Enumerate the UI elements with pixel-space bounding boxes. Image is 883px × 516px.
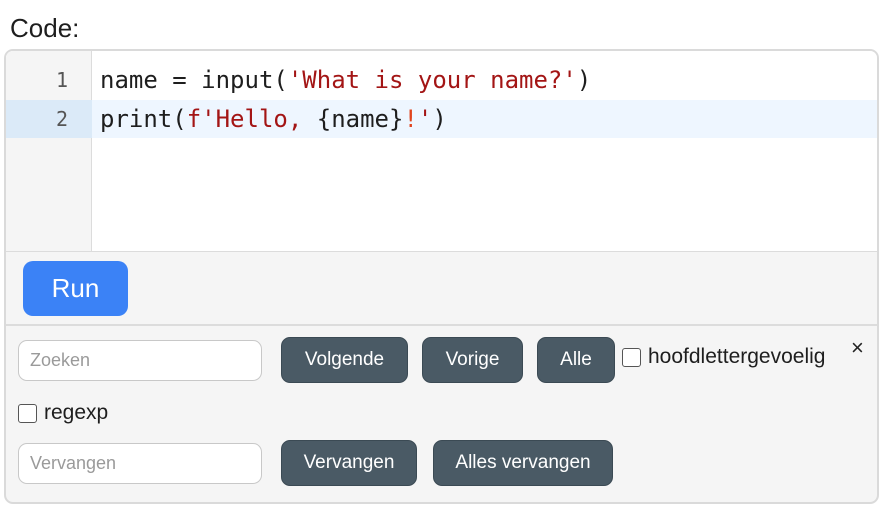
replace-button[interactable]: Vervangen: [281, 440, 417, 486]
regexp-option[interactable]: regexp: [18, 401, 108, 425]
code-token: {name}: [316, 105, 404, 133]
code-token: f'Hello,: [186, 105, 317, 133]
close-icon[interactable]: ×: [851, 337, 864, 359]
search-input[interactable]: [18, 340, 262, 381]
divider: [6, 324, 877, 326]
code-line-1[interactable]: 1 name = input('What is your name?'): [6, 61, 877, 99]
find-next-button[interactable]: Volgende: [281, 337, 408, 383]
replace-input[interactable]: [18, 443, 262, 484]
find-previous-button[interactable]: Vorige: [422, 337, 523, 383]
code-token: print(: [100, 105, 187, 133]
case-sensitive-option[interactable]: hoofdlettergevoelig: [622, 345, 825, 369]
code-token: ): [432, 105, 447, 133]
run-button[interactable]: Run: [23, 261, 128, 316]
code-editor[interactable]: 1 name = input('What is your name?') 2 p…: [6, 51, 877, 252]
regexp-label: regexp: [44, 401, 109, 424]
regexp-checkbox[interactable]: [18, 403, 37, 423]
code-token: 'What is your name?': [287, 66, 577, 94]
line-number: 2: [6, 100, 92, 138]
code-text: print(f'Hello, {name}!'): [100, 100, 447, 138]
case-sensitive-checkbox[interactable]: [622, 347, 641, 367]
replace-all-button[interactable]: Alles vervangen: [433, 440, 613, 486]
line-number: 1: [55, 68, 68, 92]
code-token: name = input(: [100, 66, 288, 94]
code-token: ): [576, 66, 592, 94]
case-sensitive-label: hoofdlettergevoelig: [648, 345, 826, 368]
code-token: ': [417, 105, 433, 133]
code-text: name = input('What is your name?'): [100, 61, 591, 99]
code-token: !: [403, 105, 418, 133]
code-line-2[interactable]: 2 print(f'Hello, {name}!'): [6, 100, 877, 138]
code-panel: 1 name = input('What is your name?') 2 p…: [4, 49, 879, 504]
code-label: Code:: [10, 13, 80, 43]
find-all-button[interactable]: Alle: [537, 337, 615, 383]
